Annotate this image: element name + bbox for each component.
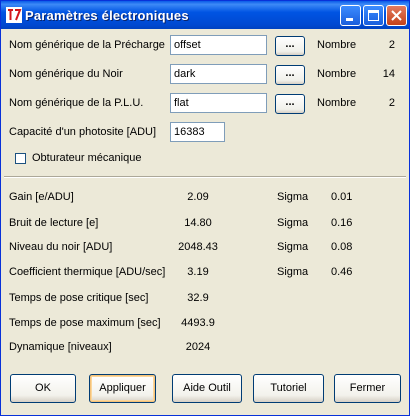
close-button[interactable]: Fermer — [334, 374, 401, 403]
dynamic-range-value: 2024 — [185, 341, 211, 353]
close-icon — [391, 10, 402, 21]
ok-button[interactable]: OK — [10, 374, 76, 403]
thermal-coef-value: 3.19 — [187, 266, 209, 278]
gain-value: 2.09 — [187, 191, 209, 203]
thermal-coef-sigma-label: Sigma — [277, 266, 309, 278]
close-window-button[interactable] — [386, 5, 407, 26]
critical-exposure-label: Temps de pose critique [sec] — [9, 292, 149, 304]
preload-name-label: Nom générique de la Précharge — [9, 39, 165, 51]
shutter-checkbox[interactable] — [15, 153, 26, 164]
preload-count-label: Nombre — [317, 39, 357, 51]
dialog-window: Paramètres électroniques Nom générique d… — [0, 0, 410, 416]
flat-count: 2 — [388, 97, 395, 109]
divider — [4, 176, 406, 178]
dark-level-sigma-value: 0.08 — [331, 241, 353, 253]
max-exposure-value: 4493.9 — [181, 317, 215, 329]
dark-name-label: Nom générique du Noir — [9, 68, 123, 80]
photosite-input[interactable]: 16383 — [170, 122, 225, 142]
gain-sigma-value: 0.01 — [331, 191, 353, 203]
minimize-icon — [346, 18, 353, 21]
preload-browse-button[interactable]: ... — [275, 36, 305, 56]
dark-browse-button[interactable]: ... — [275, 65, 305, 85]
gain-sigma-label: Sigma — [277, 191, 309, 203]
dynamic-range-label: Dynamique [niveaux] — [9, 341, 112, 353]
minimize-button[interactable] — [340, 5, 361, 26]
flat-name-label: Nom générique de la P.L.U. — [9, 97, 144, 109]
max-exposure-label: Temps de pose maximum [sec] — [9, 317, 161, 329]
tutorial-button[interactable]: Tutoriel — [253, 374, 324, 403]
thermal-coef-sigma-value: 0.46 — [331, 266, 353, 278]
flat-count-label: Nombre — [317, 97, 357, 109]
flat-name-input[interactable]: flat — [170, 93, 267, 113]
maximize-icon — [368, 10, 379, 21]
dark-level-sigma-label: Sigma — [277, 241, 309, 253]
window-title: Paramètres électroniques — [25, 8, 189, 23]
apply-button[interactable]: Appliquer — [89, 374, 156, 403]
read-noise-sigma-label: Sigma — [277, 217, 309, 229]
critical-exposure-value: 32.9 — [187, 292, 209, 304]
preload-count: 2 — [388, 39, 395, 51]
dark-count: 14 — [382, 68, 395, 80]
shutter-label: Obturateur mécanique — [32, 152, 142, 164]
title-bar[interactable]: Paramètres électroniques — [1, 1, 409, 29]
photosite-label: Capacité d'un photosite [ADU] — [9, 126, 157, 138]
read-noise-value: 14.80 — [184, 217, 212, 229]
gain-label: Gain [e/ADU] — [9, 191, 74, 203]
dark-count-label: Nombre — [317, 68, 357, 80]
read-noise-label: Bruit de lecture [e] — [9, 217, 99, 229]
preload-name-input[interactable]: offset — [170, 35, 267, 55]
flat-browse-button[interactable]: ... — [275, 94, 305, 114]
dark-level-value: 2048.43 — [178, 241, 218, 253]
dark-level-label: Niveau du noir [ADU] — [9, 241, 113, 253]
read-noise-sigma-value: 0.16 — [331, 217, 353, 229]
maximize-button[interactable] — [363, 5, 384, 26]
app-icon — [6, 7, 22, 23]
help-button[interactable]: Aide Outil — [172, 374, 242, 403]
thermal-coef-label: Coefficient thermique [ADU/sec] — [9, 266, 166, 278]
dark-name-input[interactable]: dark — [170, 64, 267, 84]
